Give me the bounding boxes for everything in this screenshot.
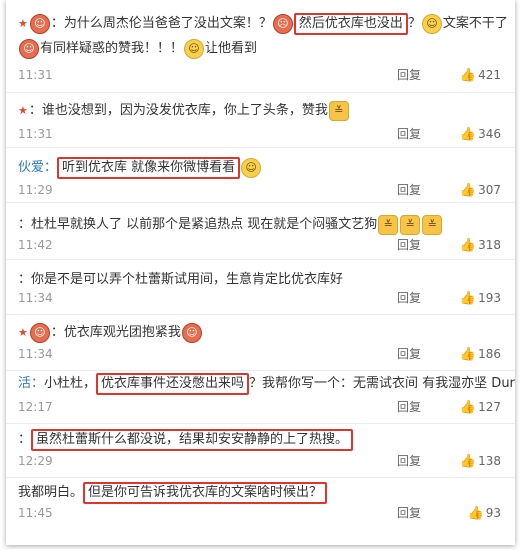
reply-button[interactable]: 回复 <box>397 124 421 144</box>
timestamp: 12:17 <box>18 400 53 414</box>
highlighted-text: 优衣库事件还没憋出来吗 <box>96 373 250 395</box>
thumbs-up-icon: 👍 <box>459 400 477 415</box>
smile-emoji-icon: ☺ <box>184 39 205 59</box>
cat-emoji-icon: ≚ <box>400 215 421 235</box>
timestamp: 11:42 <box>18 238 53 252</box>
list-item: 活：小杜杜， 优衣库事件还没憋出来吗 ？我帮你写一个：无需试衣间 有我湿亦坚 Dur… <box>6 370 515 424</box>
list-item: ：你是不是可以弄个杜蕾斯试用间，生意肯定比优衣库好 11:34 回复 👍 193 <box>6 259 515 315</box>
thumbs-up-icon: 👍 <box>459 347 477 362</box>
star-icon: ★ <box>18 17 28 30</box>
highlighted-text: 听到优衣库 就像来你微博看看 <box>57 157 241 179</box>
cat-emoji-icon: ≚ <box>328 101 349 121</box>
thumbs-up-icon: 👍 <box>459 183 477 198</box>
like-button[interactable]: 👍 346 <box>460 124 501 145</box>
reply-button[interactable]: 回复 <box>397 235 421 255</box>
timestamp: 11:31 <box>18 68 53 82</box>
highlighted-text: 但是你可告诉我优衣库的文案啥时候出？ <box>83 482 328 504</box>
timestamp: 11:45 <box>18 506 53 520</box>
like-button[interactable]: 👍 193 <box>460 288 501 309</box>
thumbs-up-icon: 👍 <box>467 506 484 521</box>
reply-button[interactable]: 回复 <box>397 180 421 200</box>
thumbs-up-icon: 👍 <box>459 68 477 83</box>
timestamp: 11:31 <box>18 127 53 141</box>
timestamp: 11:29 <box>18 183 53 197</box>
list-item: ：杜杜早就换人了 以前那个是紧追热点 现在就是个闷骚文艺狗 ≚ ≚ ≚ 11:42 回… <box>6 202 515 260</box>
highlighted-text: 然后优衣库也没出 <box>293 13 408 35</box>
reply-button[interactable]: 回复 <box>397 503 421 523</box>
thumbs-up-icon: 👍 <box>459 127 477 142</box>
reply-button[interactable]: 回复 <box>397 288 421 308</box>
timestamp: 12:29 <box>18 454 53 468</box>
emoji-icon: ☺ <box>19 39 39 59</box>
like-button[interactable]: 👍 138 <box>460 451 501 472</box>
list-item: 我都明白。 但是你可告诉我优衣库的文案啥时候出？ 11:45 回复 👍 93 <box>6 477 515 545</box>
list-item: ：虽然杜蕾斯什么都没说，结果却安安静静的上了热搜。 12:29 回复 👍 138 <box>6 423 515 478</box>
highlighted-text: 虽然杜蕾斯什么都没说，结果却安安静静的上了热搜。 <box>31 429 354 451</box>
list-item: ★ ☺ ：优衣库观光团抱紧我 ☺ 11:34 回复 👍 186 <box>6 314 515 371</box>
like-button[interactable]: 👍 127 <box>460 397 501 418</box>
timestamp: 11:34 <box>18 347 53 361</box>
like-button[interactable]: 👍 307 <box>460 180 501 201</box>
timestamp: 11:34 <box>18 291 53 305</box>
reply-button[interactable]: 回复 <box>397 397 421 417</box>
reply-button[interactable]: 回复 <box>397 451 421 471</box>
star-icon: ★ <box>18 104 28 117</box>
comment-list: ★ ☺ ：为什么周杰伦当爸爸了没出文案！？ ☹ 然后优衣库也没出？ ☺ 文案不干了 ☺ 有同样… <box>6 0 515 545</box>
cat-emoji-icon: ≚ <box>422 215 443 235</box>
user-name[interactable]: 活： <box>18 376 44 391</box>
angry-emoji-icon: ☹ <box>272 14 293 34</box>
blush-emoji-icon: ☺ <box>181 323 202 343</box>
thumbs-up-icon: 👍 <box>459 454 477 469</box>
smile-emoji-icon: ☺ <box>241 158 262 178</box>
like-button[interactable]: 👍 318 <box>460 235 501 256</box>
like-button[interactable]: 👍 186 <box>460 344 501 365</box>
reply-button[interactable]: 回复 <box>397 344 421 364</box>
thumbs-up-icon: 👍 <box>459 238 477 253</box>
list-item: ★：谁也没想到，因为没发优衣库，你上了头条，赞我 ≚ 11:31 回复 👍 346 <box>6 92 515 148</box>
reply-button[interactable]: 回复 <box>397 65 421 85</box>
like-button[interactable]: 👍 421 <box>460 65 501 86</box>
emoji-icon: ☺ <box>29 14 50 34</box>
list-item: ★ ☺ ：为什么周杰伦当爸爸了没出文案！？ ☹ 然后优衣库也没出？ ☺ 文案不干了 ☺ 有同样… <box>6 0 515 93</box>
list-item: 伙爱： 听到优衣库 就像来你微博看看 ☺ 11:29 回复 👍 307 <box>6 147 515 203</box>
emoji-icon: ☺ <box>421 14 442 34</box>
user-name[interactable]: 伙爱： <box>18 160 57 175</box>
thumbs-up-icon: 👍 <box>459 291 477 306</box>
star-icon: ★ <box>18 326 28 339</box>
like-button[interactable]: 👍 93 <box>468 503 501 524</box>
emoji-icon: ☺ <box>29 323 50 343</box>
cat-emoji-icon: ≚ <box>378 215 399 235</box>
